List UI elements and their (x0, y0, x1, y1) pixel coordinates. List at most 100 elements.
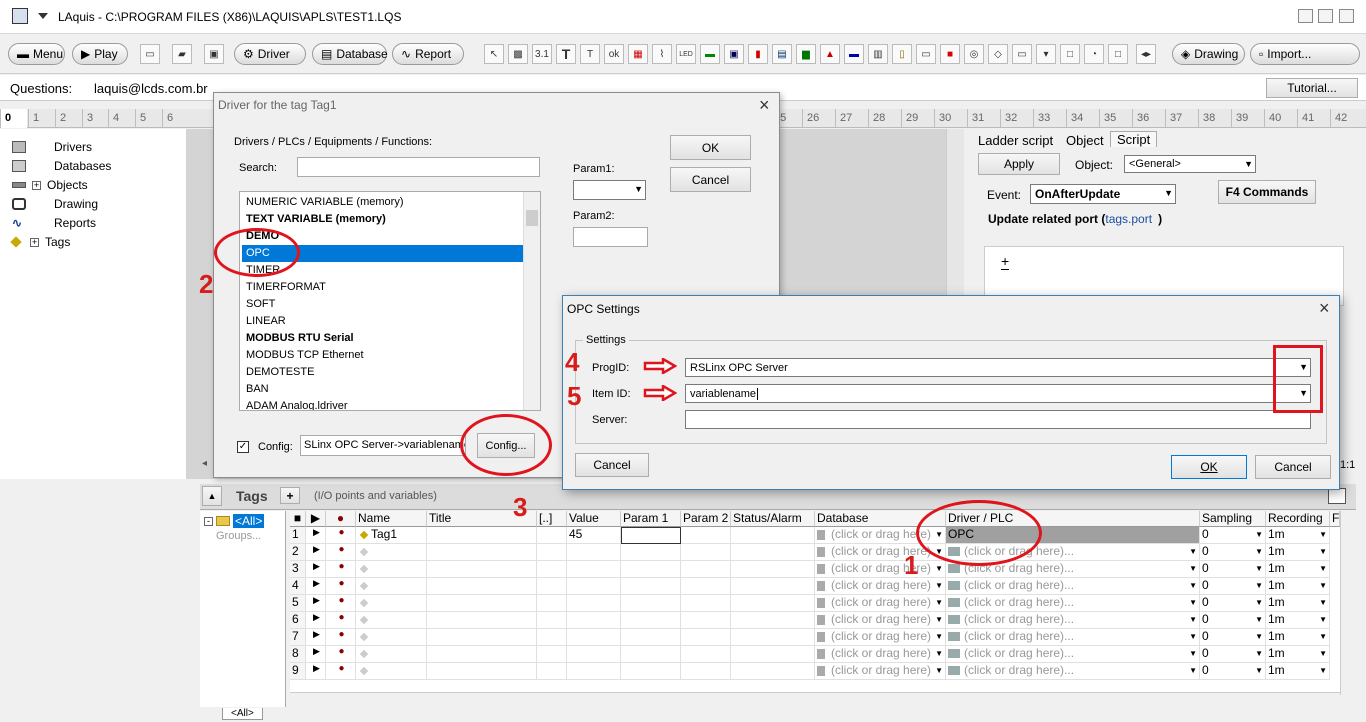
chevron-down-icon[interactable]: ▼ (1255, 564, 1263, 573)
clock-tool-icon[interactable]: ◎ (964, 44, 984, 64)
play-icon[interactable]: ▶ (306, 646, 326, 663)
expr-cell[interactable] (537, 595, 567, 612)
shape-tool-icon[interactable]: ◇ (988, 44, 1008, 64)
add-tag-button[interactable]: + (280, 487, 300, 504)
ok-button[interactable]: OK (1171, 455, 1247, 479)
play-button[interactable]: ▶ Play (72, 43, 128, 65)
status-cell[interactable] (731, 646, 815, 663)
tag-name-cell[interactable] (356, 612, 427, 629)
status-cell[interactable] (731, 544, 815, 561)
drawing-button[interactable]: ◈ Drawing (1172, 43, 1245, 65)
ruler-col-32[interactable]: 32 (1000, 109, 1027, 128)
database-button[interactable]: ▤ Database (312, 43, 388, 65)
chevron-down-icon[interactable]: ▼ (1255, 649, 1263, 658)
value-cell[interactable] (567, 544, 621, 561)
small-text-tool-icon[interactable]: T (580, 44, 600, 64)
dial-tool-icon[interactable]: ◔ (1084, 44, 1104, 64)
chevron-down-icon[interactable]: ▼ (1189, 598, 1197, 607)
param2-cell[interactable] (681, 646, 731, 663)
sampling-cell[interactable]: 0 ▼ (1200, 612, 1266, 629)
driver-list-item[interactable]: SOFT (242, 296, 523, 313)
ruler-col-37[interactable]: 37 (1165, 109, 1192, 128)
play-icon[interactable]: ▶ (306, 595, 326, 612)
chevron-down-icon[interactable]: ▼ (935, 632, 943, 641)
param1-cell[interactable] (621, 561, 681, 578)
database-cell[interactable]: (click or drag here) ▼ (815, 561, 946, 578)
param1-cell[interactable] (621, 595, 681, 612)
expr-cell[interactable] (537, 561, 567, 578)
recording-cell[interactable]: 1m ▼ (1266, 578, 1330, 595)
chevron-down-icon[interactable]: ▼ (1189, 581, 1197, 590)
driver-list-item[interactable]: ADAM Analog.ldriver (242, 398, 523, 410)
square-tool-icon[interactable]: □ (1108, 44, 1128, 64)
chevron-down-icon[interactable]: ▼ (1255, 530, 1263, 539)
tree-item-objects[interactable]: + Objects (12, 178, 88, 192)
play-icon[interactable]: ▶ (306, 527, 326, 544)
report-button[interactable]: ∿ Report (392, 43, 464, 65)
title-cell[interactable] (427, 663, 537, 680)
play-icon[interactable]: ▶ (306, 578, 326, 595)
ruler-col-30[interactable]: 30 (934, 109, 961, 128)
chevron-down-icon[interactable]: ▼ (1189, 547, 1197, 556)
title-cell[interactable] (427, 595, 537, 612)
chevron-down-icon[interactable]: ▼ (1255, 581, 1263, 590)
progid-select[interactable]: RSLinx OPC Server ▼ (685, 358, 1311, 377)
record-icon[interactable]: ● (326, 646, 356, 663)
sampling-cell[interactable]: 0 ▼ (1200, 544, 1266, 561)
driver-list-item[interactable]: NUMERIC VARIABLE (memory) (242, 194, 523, 211)
column-header[interactable]: ● (326, 511, 356, 527)
led-tool-icon[interactable]: LED (676, 44, 696, 64)
param2-cell[interactable] (681, 663, 731, 680)
search-input[interactable] (297, 157, 540, 177)
cancel-button[interactable]: Cancel (1255, 455, 1331, 479)
driver-list-item[interactable]: LINEAR (242, 313, 523, 330)
driver-cell[interactable]: (click or drag here)... ▼ (946, 578, 1200, 595)
tag-name-cell[interactable] (356, 629, 427, 646)
chevron-down-icon[interactable]: ▼ (1189, 615, 1197, 624)
tag-name-cell[interactable] (356, 595, 427, 612)
driver-cell[interactable]: (click or drag here)... ▼ (946, 612, 1200, 629)
driver-cell[interactable]: (click or drag here)... ▼ (946, 646, 1200, 663)
status-cell[interactable] (731, 527, 815, 544)
chevron-down-icon[interactable]: ▼ (1189, 632, 1197, 641)
list-scrollbar[interactable] (523, 192, 540, 410)
maximize-button[interactable] (1318, 9, 1333, 23)
title-cell[interactable] (427, 629, 537, 646)
column-header[interactable]: Param 2 (681, 511, 731, 527)
tab-script[interactable]: Script (1110, 131, 1158, 147)
chevron-down-icon[interactable]: ▼ (1319, 547, 1327, 556)
ruler-col-6[interactable]: 6 (162, 109, 189, 128)
selection-tool-icon[interactable]: ▦ (628, 44, 648, 64)
tree-item-reports[interactable]: ∿ Reports (12, 216, 96, 230)
combo-tool-icon[interactable]: ▾ (1036, 44, 1056, 64)
record-icon[interactable]: ● (326, 629, 356, 646)
param2-cell[interactable] (681, 629, 731, 646)
value-cell[interactable]: 45 (567, 527, 621, 544)
frame-tool-icon[interactable]: ▭ (1012, 44, 1032, 64)
color-tool-icon[interactable]: ■ (940, 44, 960, 64)
expr-cell[interactable] (537, 544, 567, 561)
alarm-tool-icon[interactable]: ▲ (820, 44, 840, 64)
close-button[interactable] (1339, 9, 1354, 23)
chevron-down-icon[interactable]: ▼ (1319, 564, 1327, 573)
rectangle-tool-icon[interactable]: □ (1060, 44, 1080, 64)
chevron-down-icon[interactable]: ▼ (935, 581, 943, 590)
ruler-col-42[interactable]: 42 (1330, 109, 1357, 128)
sampling-cell[interactable]: 0 ▼ (1200, 527, 1266, 544)
driver-list-item[interactable]: TIMERFORMAT (242, 279, 523, 296)
chevron-down-icon[interactable]: ▼ (935, 666, 943, 675)
itemid-select[interactable]: variablename ▼ (685, 384, 1311, 403)
ruler-col-36[interactable]: 36 (1132, 109, 1159, 128)
server-input[interactable] (685, 410, 1311, 429)
ruler-col-29[interactable]: 29 (901, 109, 928, 128)
tree-item-drawing[interactable]: Drawing (12, 197, 98, 211)
tutorial-button[interactable]: Tutorial... (1266, 78, 1358, 98)
ruler-col-27[interactable]: 27 (835, 109, 862, 128)
expand-icon[interactable]: + (30, 237, 39, 247)
expr-cell[interactable] (537, 646, 567, 663)
value-cell[interactable] (567, 578, 621, 595)
chevron-down-icon[interactable]: ▼ (1255, 547, 1263, 556)
bar-tool-icon[interactable]: ▆ (796, 44, 816, 64)
grid-settings-icon[interactable] (1328, 488, 1346, 504)
sampling-cell[interactable]: 0 ▼ (1200, 646, 1266, 663)
